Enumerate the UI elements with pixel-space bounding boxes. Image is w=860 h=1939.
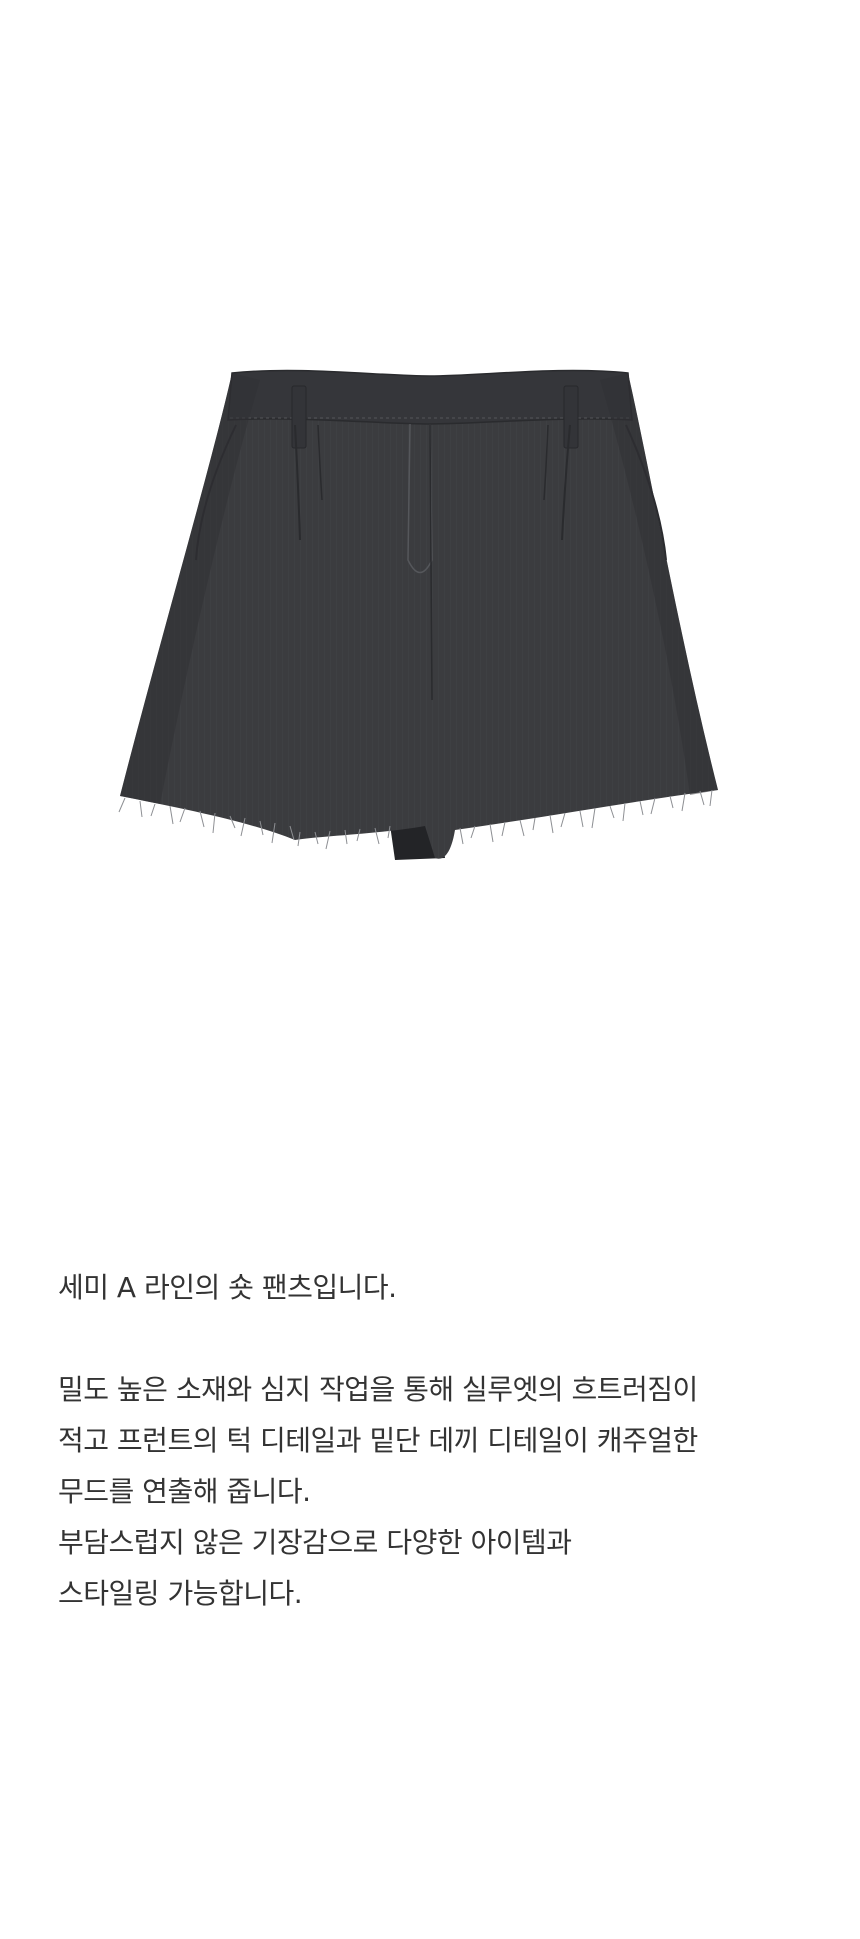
description-line: 무드를 연출해 줍니다. bbox=[58, 1475, 311, 1508]
belt-loop-right bbox=[563, 385, 579, 449]
description-intro: 세미 A 라인의 숏 팬츠입니다. bbox=[58, 1271, 397, 1304]
description-line: 적고 프런트의 턱 디테일과 밑단 데끼 디테일이 캐주얼한 bbox=[58, 1424, 698, 1457]
description-line: 부담스럽지 않은 기장감으로 다양한 아이템과 bbox=[58, 1526, 572, 1559]
description-line: 밀도 높은 소재와 심지 작업을 통해 실루엣의 흐트러짐이 bbox=[58, 1373, 698, 1406]
belt-loop-left bbox=[291, 385, 307, 449]
shorts-illustration bbox=[118, 369, 718, 860]
product-image bbox=[0, 0, 860, 1200]
product-description: 세미 A 라인의 숏 팬츠입니다. 밀도 높은 소재와 심지 작업을 통해 실루… bbox=[58, 1262, 838, 1619]
description-line: 스타일링 가능합니다. bbox=[58, 1577, 303, 1610]
